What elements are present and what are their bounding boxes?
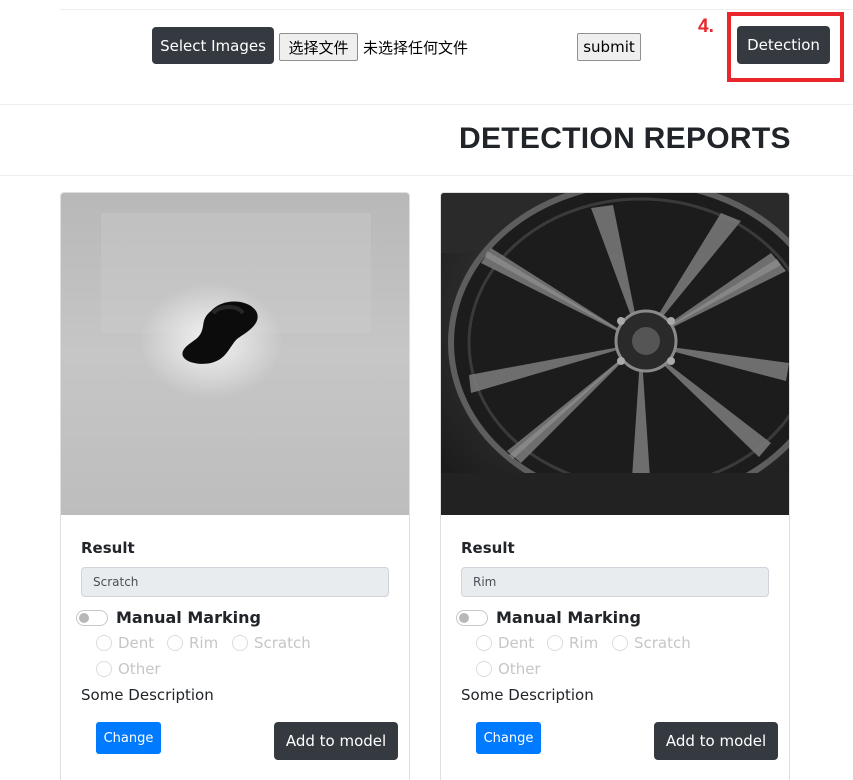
detection-button[interactable]: Detection [737, 26, 830, 64]
submit-button[interactable]: submit [577, 33, 641, 61]
choose-file-button[interactable]: 选择文件 [279, 33, 358, 61]
manual-marking-label: Manual Marking [116, 608, 261, 627]
add-to-model-button[interactable]: Add to model [654, 722, 778, 760]
radio-label: Scratch [634, 634, 691, 652]
radio-label: Rim [189, 634, 219, 652]
radio-circle [612, 635, 628, 651]
radio-label: Other [118, 660, 161, 678]
manual-marking-toggle[interactable] [456, 610, 488, 626]
step-annotation-label: 4. [698, 16, 714, 37]
radio-rim[interactable]: Rim [547, 634, 598, 652]
toggle-knob [459, 613, 469, 623]
radio-other[interactable]: Other [96, 660, 161, 678]
radio-rim[interactable]: Rim [167, 634, 218, 652]
radio-label: Dent [118, 634, 155, 652]
report-card: Result Scratch Manual Marking Dent Rim S… [60, 192, 410, 780]
wheel-image [441, 193, 789, 515]
radio-circle [167, 635, 183, 651]
description-text: Some Description [81, 686, 214, 704]
radio-scratch[interactable]: Scratch [232, 634, 311, 652]
section-divider [0, 175, 853, 176]
radio-circle [96, 635, 112, 651]
defect-image [61, 193, 409, 515]
radio-circle [547, 635, 563, 651]
radio-circle [476, 635, 492, 651]
no-file-selected-text: 未选择任何文件 [363, 39, 469, 57]
radio-circle [96, 661, 112, 677]
manual-marking-label: Manual Marking [496, 608, 641, 627]
result-field[interactable]: Rim [461, 567, 769, 597]
report-card: Result Rim Manual Marking Dent Rim Scrat… [440, 192, 790, 780]
toggle-knob [79, 613, 89, 623]
radio-dent[interactable]: Dent [96, 634, 154, 652]
radio-dent[interactable]: Dent [476, 634, 534, 652]
radio-other[interactable]: Other [476, 660, 541, 678]
radio-label: Scratch [254, 634, 311, 652]
result-label: Result [81, 539, 135, 557]
radio-circle [476, 661, 492, 677]
radio-label: Dent [498, 634, 535, 652]
radio-circle [232, 635, 248, 651]
change-button[interactable]: Change [96, 722, 161, 754]
top-divider [60, 9, 853, 10]
result-label: Result [461, 539, 515, 557]
page-title: DETECTION REPORTS [459, 122, 791, 155]
description-text: Some Description [461, 686, 594, 704]
radio-label: Rim [569, 634, 599, 652]
result-field[interactable]: Scratch [81, 567, 389, 597]
manual-marking-toggle[interactable] [76, 610, 108, 626]
radio-scratch[interactable]: Scratch [612, 634, 691, 652]
add-to-model-button[interactable]: Add to model [274, 722, 398, 760]
section-divider [0, 104, 853, 105]
radio-label: Other [498, 660, 541, 678]
change-button[interactable]: Change [476, 722, 541, 754]
select-images-button[interactable]: Select Images [152, 27, 274, 64]
